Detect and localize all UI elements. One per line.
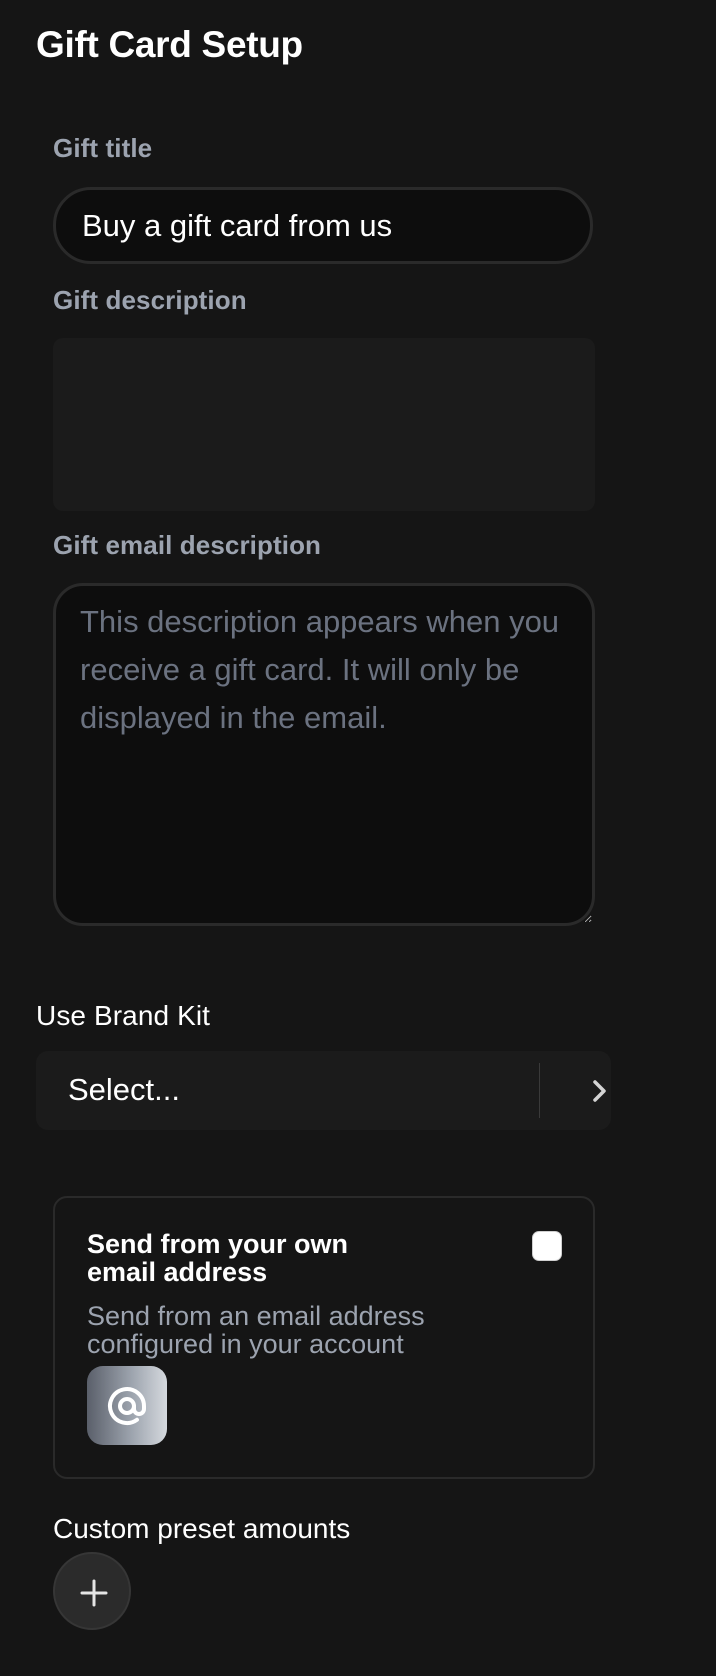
page-title: Gift Card Setup	[36, 24, 303, 65]
at-sign-icon	[87, 1366, 167, 1445]
custom-preset-amounts-label: Custom preset amounts	[53, 1513, 351, 1544]
chevron-right-icon[interactable]	[589, 1077, 611, 1105]
select-divider	[539, 1063, 540, 1118]
own-email-checkbox[interactable]	[532, 1231, 562, 1261]
gift-title-label: Gift title	[53, 133, 153, 163]
brand-kit-selected-value: Select...	[68, 1072, 180, 1107]
add-preset-amount-button[interactable]	[53, 1552, 131, 1630]
brand-kit-select[interactable]: Select...	[36, 1051, 611, 1130]
gift-description-label: Gift description	[53, 285, 247, 315]
own-email-card: Send from your own email address Send fr…	[53, 1196, 595, 1479]
plus-icon	[80, 1579, 108, 1607]
gift-description-editor[interactable]	[53, 338, 595, 511]
brand-kit-label: Use Brand Kit	[36, 1000, 211, 1031]
own-email-title: Send from your own email address	[87, 1229, 349, 1287]
gift-email-description-label: Gift email description	[53, 530, 322, 560]
gift-title-input[interactable]	[53, 187, 593, 264]
gift-email-description-textarea[interactable]	[53, 583, 595, 926]
own-email-subtitle: Send from an email address configured in…	[87, 1301, 425, 1359]
